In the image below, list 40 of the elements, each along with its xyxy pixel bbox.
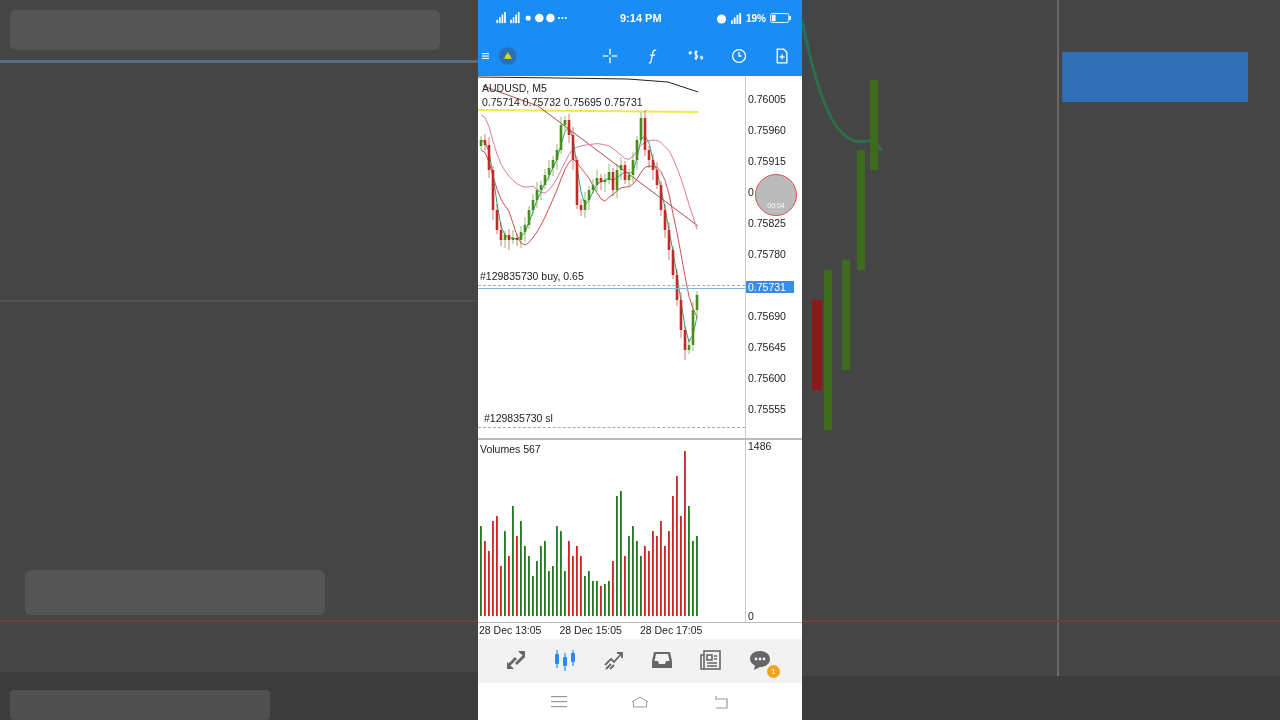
price-label: 0.75555 (748, 403, 786, 415)
price-label: 0.75780 (748, 248, 786, 260)
stop-loss-label: #129835730 sl (484, 412, 553, 424)
clock-icon[interactable] (730, 46, 747, 66)
chat-icon (747, 648, 772, 672)
ohlc-values: 0.75714 0.75732 0.75695 0.75731 (482, 96, 643, 108)
battery-percent: 19% (746, 12, 766, 24)
volume-max-label: 1486 (748, 440, 773, 452)
symbol-label: AUDUSD, M5 (482, 82, 547, 94)
newspaper-icon (698, 648, 723, 672)
price-label: 0 (748, 186, 754, 198)
price-label: 0.75825 (748, 217, 786, 229)
more-icon (557, 16, 567, 20)
menu-icon[interactable] (482, 51, 490, 61)
price-label: 0.75960 (748, 124, 786, 136)
crosshair-icon[interactable] (601, 46, 618, 66)
time-label: 28 Dec 15:05 (559, 623, 622, 638)
current-price-label: 0.75731 (746, 281, 794, 293)
volume-min-label: 0 (748, 610, 755, 622)
notification-badge: 1 (766, 665, 780, 678)
signal-icon (496, 12, 506, 24)
home-icon[interactable] (631, 694, 649, 709)
signal-icon (731, 12, 742, 24)
app-logo-icon[interactable] (499, 45, 517, 67)
menu-icon[interactable] (549, 694, 568, 709)
price-label: 0.76005 (748, 93, 786, 105)
price-label: 0.75645 (748, 341, 786, 353)
price-label: 0.75690 (748, 310, 786, 322)
time-label: 28 Dec 17:05 (639, 623, 703, 638)
messages-tab[interactable]: 1 (743, 644, 780, 678)
price-label: 0.75600 (748, 372, 786, 384)
time-label: 28 Dec 13:05 (479, 623, 542, 638)
price-label: 0.75915 (748, 155, 786, 167)
candles-icon (553, 648, 577, 672)
signal-icon (510, 12, 520, 24)
battery-icon (770, 13, 792, 23)
order-label: #129835730 buy, 0.65 (480, 270, 584, 282)
volumes-label: Volumes 567 (480, 443, 541, 455)
back-icon[interactable] (712, 694, 731, 709)
status-time: 9:14 PM (620, 12, 662, 24)
